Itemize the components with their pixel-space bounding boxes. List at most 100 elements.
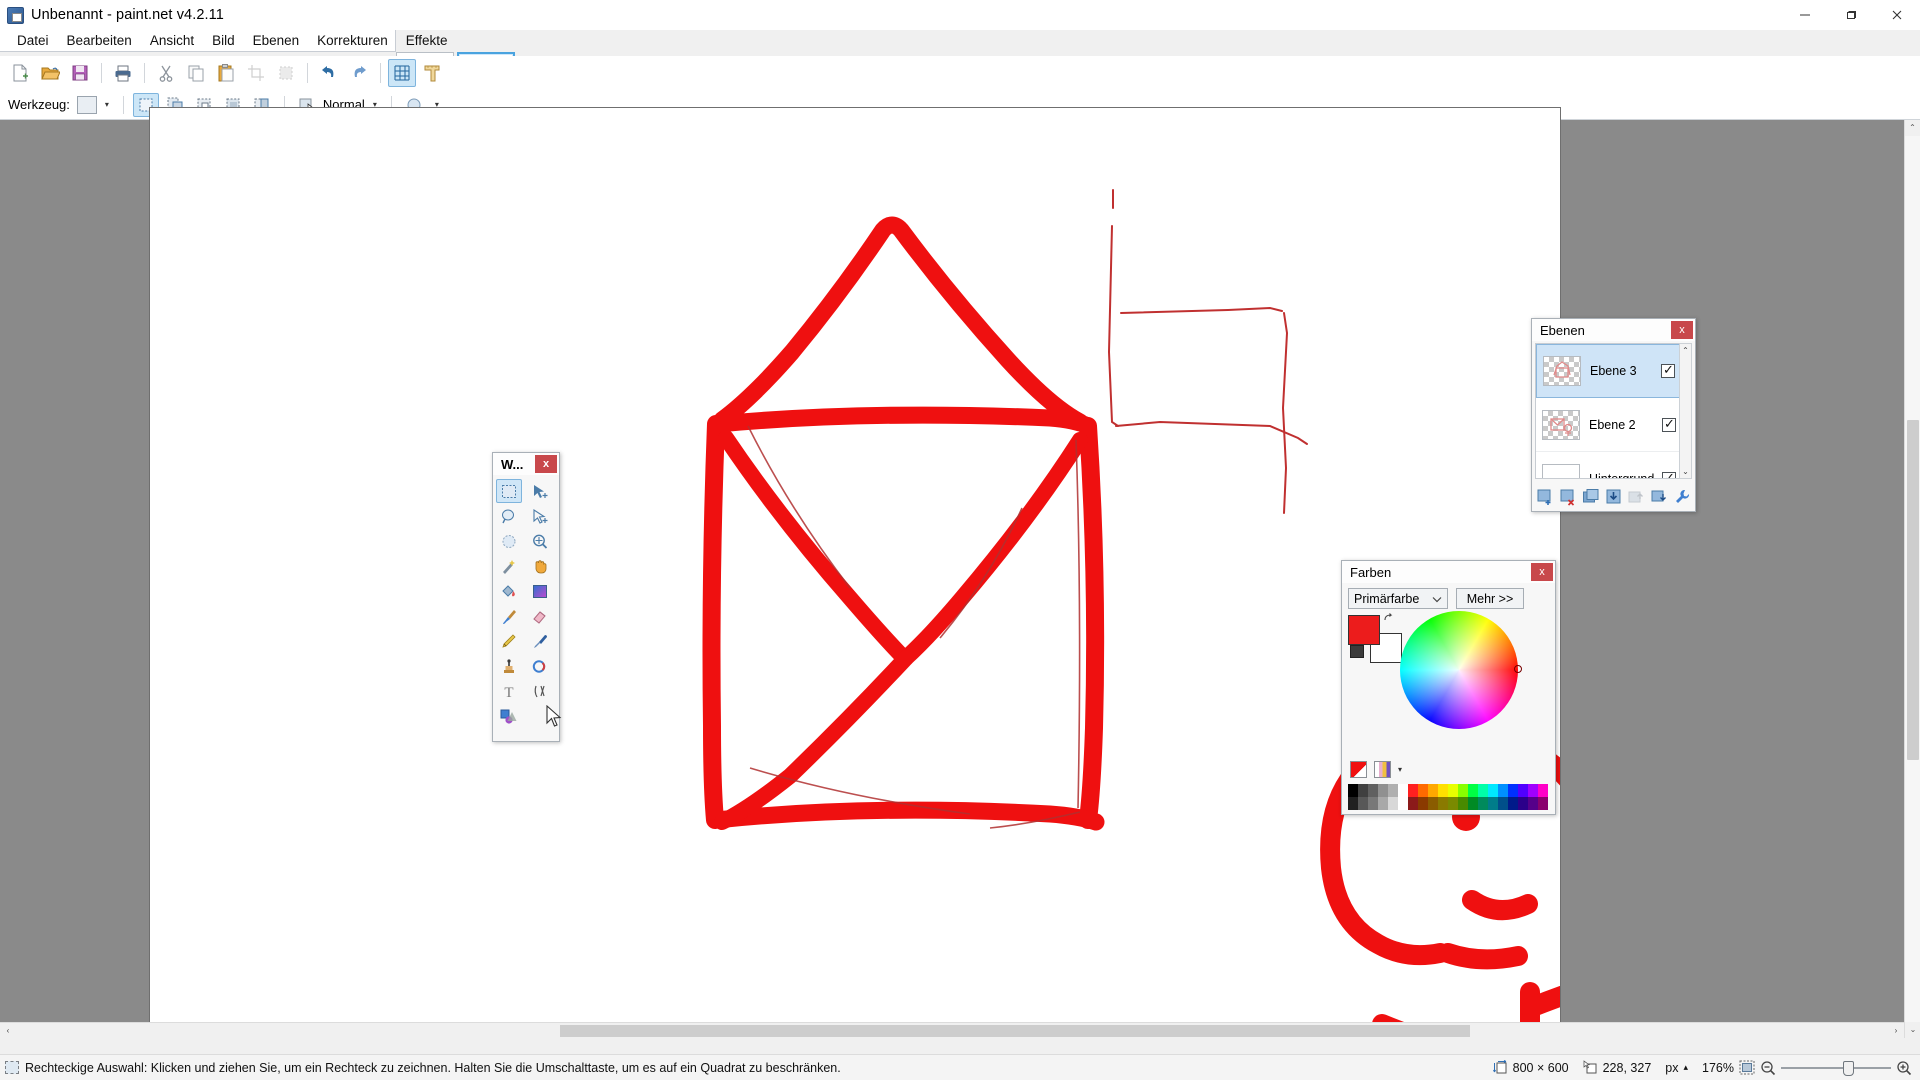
units-caret[interactable]: ▴ — [1683, 1062, 1688, 1073]
color-wheel[interactable] — [1400, 611, 1522, 729]
horizontal-scroll-thumb[interactable] — [560, 1025, 1470, 1037]
new-button[interactable] — [6, 59, 34, 87]
canvas-vertical-scrollbar[interactable]: ⌃ ⌄ — [1904, 120, 1920, 1038]
palette-select-icon[interactable] — [1374, 761, 1391, 778]
maximize-button[interactable] — [1828, 0, 1874, 30]
tool-lasso-select[interactable] — [496, 504, 522, 528]
canvas-horizontal-scrollbar[interactable]: ‹ › — [0, 1022, 1904, 1038]
primary-color-swatch[interactable] — [1348, 615, 1380, 645]
palette-dropdown-caret[interactable]: ▾ — [1398, 765, 1402, 774]
palette-cell[interactable] — [1458, 797, 1468, 810]
undo-button[interactable] — [315, 59, 343, 87]
palette-cell[interactable] — [1528, 797, 1538, 810]
palette-cell[interactable] — [1348, 784, 1358, 797]
palette-cell[interactable] — [1498, 797, 1508, 810]
crop-button[interactable] — [242, 59, 270, 87]
layer-scroll-up[interactable]: ⌃ — [1680, 344, 1691, 357]
menu-ebenen[interactable]: Ebenen — [244, 31, 309, 50]
delete-layer-button[interactable] — [1558, 487, 1578, 507]
tools-window-close-button[interactable]: x — [535, 455, 557, 473]
palette-cell[interactable] — [1488, 797, 1498, 810]
menu-bild[interactable]: Bild — [203, 31, 244, 50]
layer-list-scrollbar[interactable]: ⌃ ⌄ — [1679, 343, 1692, 479]
palette-cell[interactable] — [1458, 784, 1468, 797]
palette-cell[interactable] — [1508, 797, 1518, 810]
layers-window-close-button[interactable]: x — [1671, 321, 1693, 339]
tool-pencil[interactable] — [496, 629, 522, 653]
tool-text[interactable]: T — [496, 679, 522, 703]
tool-color-picker[interactable] — [527, 629, 553, 653]
palette-cell[interactable] — [1378, 797, 1388, 810]
palette-cell[interactable] — [1408, 797, 1418, 810]
menu-bearbeiten[interactable]: Bearbeiten — [58, 31, 141, 50]
more-colors-button[interactable]: Mehr >> — [1456, 588, 1524, 609]
deselect-button[interactable] — [272, 59, 300, 87]
close-button[interactable] — [1874, 0, 1920, 30]
zoom-in-button[interactable] — [1896, 1060, 1912, 1076]
tool-recolor[interactable] — [527, 654, 553, 678]
minimize-button[interactable] — [1782, 0, 1828, 30]
tab-close-icon-2[interactable]: ✳ — [481, 52, 490, 53]
palette-cell[interactable] — [1408, 784, 1418, 797]
color-mode-select[interactable]: Primärfarbe — [1348, 588, 1448, 609]
layers-window-titlebar[interactable]: Ebenen x — [1532, 319, 1695, 341]
add-layer-button[interactable] — [1535, 487, 1555, 507]
active-tool-swatch[interactable] — [76, 95, 97, 114]
palette-cell[interactable] — [1468, 784, 1478, 797]
palette-cell[interactable] — [1418, 784, 1428, 797]
swap-colors-icon[interactable] — [1384, 613, 1396, 627]
redo-button[interactable] — [345, 59, 373, 87]
layer-properties-button[interactable] — [1672, 487, 1692, 507]
palette-cell[interactable] — [1388, 784, 1398, 797]
tool-move-selected[interactable] — [527, 479, 553, 503]
open-button[interactable] — [36, 59, 64, 87]
tool-eraser[interactable] — [527, 604, 553, 628]
menu-datei[interactable]: Datei — [8, 31, 58, 50]
tool-gradient[interactable] — [527, 579, 553, 603]
layer-visibility-checkbox[interactable] — [1661, 362, 1675, 378]
tool-pan[interactable] — [527, 554, 553, 578]
palette-cell[interactable] — [1368, 797, 1378, 810]
active-tool-caret[interactable]: ▾ — [100, 100, 114, 109]
palette-cell[interactable] — [1348, 797, 1358, 810]
tool-rectangle-select[interactable] — [496, 479, 522, 503]
layers-window[interactable]: Ebenen x Ebene 3 Ebene 2 Hintergrund ⌃ ⌄ — [1531, 318, 1696, 512]
vertical-scroll-thumb[interactable] — [1907, 420, 1919, 760]
palette-cell[interactable] — [1478, 784, 1488, 797]
tools-window[interactable]: W... x T — [492, 452, 560, 742]
palette-cell[interactable] — [1358, 784, 1368, 797]
palette-cell[interactable] — [1438, 784, 1448, 797]
colors-window[interactable]: Farben x Primärfarbe Mehr >> ▾ — [1341, 560, 1556, 815]
palette-cell[interactable] — [1498, 784, 1508, 797]
tools-window-titlebar[interactable]: W... x — [493, 453, 559, 475]
layer-list[interactable]: Ebene 3 Ebene 2 Hintergrund — [1535, 343, 1683, 479]
palette-cell[interactable] — [1518, 797, 1528, 810]
copy-button[interactable] — [182, 59, 210, 87]
color-wheel-marker[interactable] — [1514, 665, 1522, 673]
fit-to-window-icon[interactable] — [1739, 1060, 1755, 1075]
print-button[interactable] — [109, 59, 137, 87]
palette-cell[interactable] — [1428, 797, 1438, 810]
palette-cell[interactable] — [1518, 784, 1528, 797]
grid-button[interactable] — [388, 59, 416, 87]
scroll-down-arrow[interactable]: ⌄ — [1905, 1022, 1920, 1038]
palette-cell[interactable] — [1368, 784, 1378, 797]
palette-cell[interactable] — [1508, 784, 1518, 797]
menu-ansicht[interactable]: Ansicht — [141, 31, 203, 50]
palette-cell[interactable] — [1358, 797, 1368, 810]
tool-zoom[interactable] — [527, 529, 553, 553]
zoom-slider-knob[interactable] — [1843, 1060, 1854, 1076]
merge-layer-down-button[interactable] — [1604, 487, 1624, 507]
palette-cell[interactable] — [1528, 784, 1538, 797]
tool-move-selection[interactable] — [527, 504, 553, 528]
units-group[interactable]: px ▴ — [1665, 1061, 1688, 1075]
reset-colors-icon[interactable] — [1350, 645, 1364, 658]
palette-cell[interactable] — [1448, 797, 1458, 810]
palette-cell[interactable] — [1418, 797, 1428, 810]
palette-cell[interactable] — [1378, 784, 1388, 797]
palette-cell[interactable] — [1398, 797, 1408, 810]
move-layer-down-button[interactable] — [1649, 487, 1669, 507]
scroll-up-arrow[interactable]: ⌃ — [1905, 120, 1920, 136]
paste-button[interactable] — [212, 59, 240, 87]
tool-paint-bucket[interactable] — [496, 579, 522, 603]
